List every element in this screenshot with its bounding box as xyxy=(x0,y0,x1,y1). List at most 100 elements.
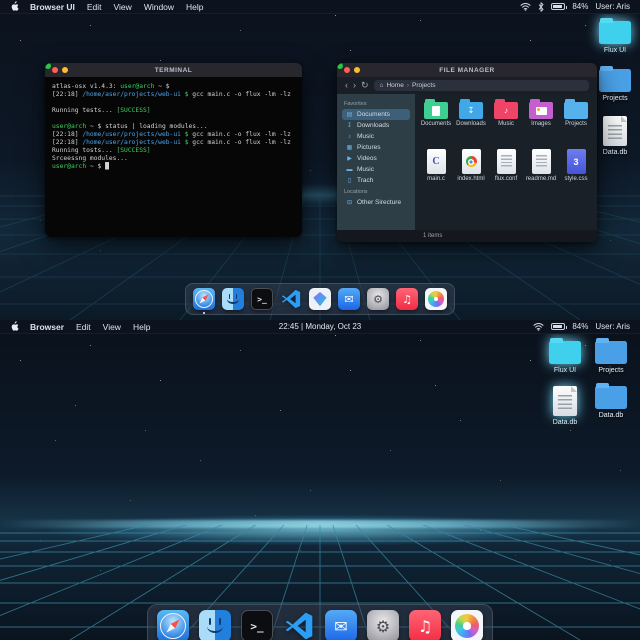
dock-item-safari[interactable] xyxy=(157,610,189,640)
dock-item-finder[interactable] xyxy=(199,610,231,640)
sidebar-item-other-sirecture[interactable]: ⊟ Other Sirecture xyxy=(342,197,410,208)
refresh-button[interactable]: ↻ xyxy=(361,81,369,90)
dock-terminal-icon[interactable]: >_ xyxy=(241,610,273,640)
breadcrumb-home[interactable]: Home xyxy=(386,82,403,89)
dock-item-music[interactable]: ♫ xyxy=(396,288,418,310)
dock-item-terminal[interactable]: >_ xyxy=(251,288,273,310)
dock-vscode-icon[interactable] xyxy=(283,610,315,640)
menu-browser[interactable]: Browser xyxy=(30,322,64,332)
menu-help[interactable]: Help xyxy=(133,322,150,332)
dock-vscode-icon[interactable] xyxy=(280,288,302,310)
dock-bottom: >_ ✉ ⚙ ♫ xyxy=(147,604,493,640)
dock-terminal-icon[interactable]: >_ xyxy=(251,288,273,310)
music-note-glyph: ♪ xyxy=(504,105,508,115)
file-manager-titlebar[interactable]: FILE MANAGER xyxy=(337,63,597,77)
dock-mail-icon[interactable]: ✉ xyxy=(325,610,357,640)
desktop-icon-data-db[interactable]: Data.db xyxy=(592,116,638,156)
terminal-window[interactable]: TERMINAL atlas-osx v1.4.3: user@arch ~ $… xyxy=(45,63,302,237)
file-main-c[interactable]: Cmain.c xyxy=(419,149,453,182)
desktop-icon-flux-ui[interactable]: Flux UI xyxy=(542,337,588,374)
dock-item-music[interactable]: ♫ xyxy=(409,610,441,640)
file-index-html[interactable]: index.html xyxy=(454,149,488,182)
folder-downloads[interactable]: ↧ Downloads xyxy=(454,99,488,127)
folder-icon xyxy=(424,99,448,119)
breadcrumb[interactable]: ⌂ Home › Projects xyxy=(373,80,589,91)
menu-window[interactable]: Window xyxy=(144,2,174,12)
dock-item-mail[interactable]: ✉ xyxy=(338,288,360,310)
sidebar-item-documents[interactable]: ▤ Documents xyxy=(342,109,410,120)
file-style-css[interactable]: 3 style.css xyxy=(559,149,593,182)
sidebar-item-label: Music xyxy=(357,133,374,140)
file-manager-window[interactable]: FILE MANAGER ‹ › ↻ ⌂ Home › Projects Fav… xyxy=(337,63,597,242)
menu-browser-ui[interactable]: Browser UI xyxy=(30,2,75,12)
apple-menu-icon[interactable] xyxy=(10,321,19,332)
dock-item-terminal[interactable]: >_ xyxy=(241,610,273,640)
desktop-icon-data-db[interactable]: Data.db xyxy=(588,382,634,419)
status-bar: 1 items xyxy=(337,230,597,242)
dock-safari-icon[interactable] xyxy=(193,288,215,310)
desktop-icon-flux-ui[interactable]: Flux UI xyxy=(592,17,638,54)
dock-item-mail[interactable]: ✉ xyxy=(325,610,357,640)
forward-button[interactable]: › xyxy=(353,81,356,90)
folder-projects[interactable]: Projects xyxy=(559,99,593,127)
sidebar-item-videos[interactable]: ▶ Videos xyxy=(342,153,410,164)
battery-icon[interactable] xyxy=(551,3,568,10)
terminal-titlebar[interactable]: TERMINAL xyxy=(45,63,302,77)
terminal-output[interactable]: atlas-osx v1.4.3: user@arch ~ $ [22:18] /… xyxy=(45,77,302,237)
desktop-icon-label: Projects xyxy=(602,95,628,102)
menu-edit[interactable]: Edit xyxy=(87,2,102,12)
sidebar-item-music[interactable]: ♪ Music xyxy=(342,131,410,142)
dock-top: >_ ✉ ⚙ ♫ xyxy=(185,283,455,315)
file-label: main.c xyxy=(427,176,445,182)
dock-item-photos[interactable] xyxy=(425,288,447,310)
desktop-icon-data-db[interactable]: Data.db xyxy=(542,386,588,426)
menu-view[interactable]: View xyxy=(103,322,121,332)
file-manager-sidebar: Favorites ▤ Documents ↧ Downloads ♪ Music ▦ Pict… xyxy=(337,94,415,230)
sidebar-item-pictures[interactable]: ▦ Pictures xyxy=(342,142,410,153)
dock-flux-icon[interactable] xyxy=(309,288,331,310)
dock-item-finder[interactable] xyxy=(222,288,244,310)
dock-safari-icon[interactable] xyxy=(157,610,189,640)
dock-photos-icon[interactable] xyxy=(451,610,483,640)
bluetooth-icon[interactable] xyxy=(538,1,544,12)
dock-item-vscode[interactable] xyxy=(280,288,302,310)
dock-finder-icon[interactable] xyxy=(199,610,231,640)
battery-icon[interactable] xyxy=(551,323,568,330)
desktop-icon-projects[interactable]: Projects xyxy=(592,65,638,102)
folder-music[interactable]: ♪ Music xyxy=(489,99,523,127)
sidebar-item-downloads[interactable]: ↧ Downloads xyxy=(342,120,410,131)
dock-item-flux[interactable] xyxy=(309,288,331,310)
dock-mail-icon[interactable]: ✉ xyxy=(338,288,360,310)
folder-documents[interactable]: Documents xyxy=(419,99,453,127)
back-button[interactable]: ‹ xyxy=(345,81,348,90)
dock-settings-icon[interactable]: ⚙ xyxy=(367,610,399,640)
file-manager-content[interactable]: Documents ↧ Downloads ♪ Music Images Projects C… xyxy=(415,94,597,230)
battery-percent: 84% xyxy=(572,322,589,331)
menu-edit[interactable]: Edit xyxy=(76,322,91,332)
dock-item-settings[interactable]: ⚙ xyxy=(367,288,389,310)
dock-item-safari[interactable] xyxy=(193,288,215,314)
menu-help[interactable]: Help xyxy=(186,2,203,12)
apple-menu-icon[interactable] xyxy=(10,1,19,12)
dock-music-icon[interactable]: ♫ xyxy=(396,288,418,310)
menu-view[interactable]: View xyxy=(114,2,132,12)
menubar-top: Browser UI Edit View Window Help 84% User: A… xyxy=(0,0,640,14)
breadcrumb-projects[interactable]: Projects xyxy=(412,82,435,89)
dock-music-icon[interactable]: ♫ xyxy=(409,610,441,640)
dock-finder-icon[interactable] xyxy=(222,288,244,310)
clock[interactable]: 22:45 | Monday, Oct 23 xyxy=(279,322,361,331)
dock-item-settings[interactable]: ⚙ xyxy=(367,610,399,640)
wifi-icon[interactable] xyxy=(520,2,531,11)
dock-settings-icon[interactable]: ⚙ xyxy=(367,288,389,310)
dock-item-photos[interactable] xyxy=(451,610,483,640)
sidebar-item-music[interactable]: ▬ Music xyxy=(342,164,410,175)
file-readme-md[interactable]: readme.md xyxy=(524,149,558,182)
desktop-icon-projects[interactable]: Projects xyxy=(588,337,634,374)
wifi-icon[interactable] xyxy=(533,322,544,331)
dock-photos-icon[interactable] xyxy=(425,288,447,310)
sidebar-item-trach[interactable]: ▯ Trach xyxy=(342,175,410,186)
dock-item-vscode[interactable] xyxy=(283,610,315,640)
file-flux-conf[interactable]: flux.conf xyxy=(489,149,523,182)
folder-images[interactable]: Images xyxy=(524,99,558,127)
